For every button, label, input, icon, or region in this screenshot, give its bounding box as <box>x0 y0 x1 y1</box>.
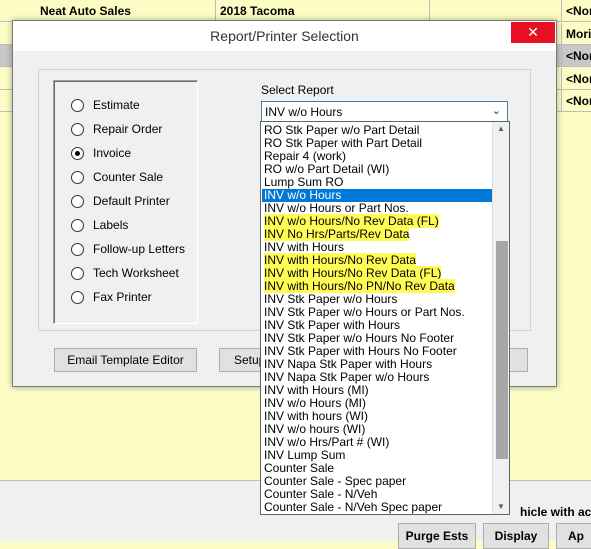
select-report-dropdown[interactable]: INV w/o Hours ⌄ <box>261 101 508 122</box>
row-right-cell: <Non <box>561 0 591 22</box>
dropdown-item-label: INV w/o Hours/No Rev Data (FL) <box>264 214 439 228</box>
dropdown-item-label: INV w/o Hrs/Part # (WI) <box>264 435 390 449</box>
close-icon[interactable]: ✕ <box>511 22 555 43</box>
bottom-status-text: hicle with active <box>520 505 591 519</box>
dropdown-item-label: INV with Hours (MI) <box>264 383 369 397</box>
dropdown-item-label: INV with Hours/No Rev Data <box>264 253 417 267</box>
dropdown-item-label: INV w/o hours (WI) <box>264 422 366 436</box>
radio-button-icon[interactable] <box>71 98 84 112</box>
dropdown-item-label: INV with Hours/No Rev Data (FL) <box>264 266 442 280</box>
dropdown-item-label: INV Napa Stk Paper w/o Hours <box>264 370 430 384</box>
dropdown-item-label: Lump Sum RO <box>264 175 344 189</box>
scroll-thumb[interactable] <box>496 241 508 460</box>
email-template-editor-button[interactable]: Email Template Editor <box>54 348 197 372</box>
scroll-down-icon[interactable]: ▼ <box>493 500 509 514</box>
dropdown-item-label: INV with hours (WI) <box>264 409 369 423</box>
radio-option-tech-worksheet[interactable]: Tech Worksheet <box>71 264 179 282</box>
radio-button-icon[interactable] <box>71 290 84 304</box>
dropdown-item-label: INV Napa Stk Paper with Hours <box>264 357 433 371</box>
radio-button-icon[interactable] <box>71 266 84 280</box>
dropdown-item-label: INV with Hours/No PN/No Rev Data <box>264 279 455 293</box>
radio-label: Repair Order <box>93 122 163 136</box>
ok-button-partial[interactable] <box>508 348 528 372</box>
scroll-up-icon[interactable]: ▲ <box>493 122 509 136</box>
dialog-title: Report/Printer Selection <box>210 28 359 44</box>
radio-label: Invoice <box>93 146 132 160</box>
purge-ests-button[interactable]: Purge Ests <box>398 523 476 549</box>
row-vehicle-cell: 2018 Tacoma <box>216 0 430 22</box>
dropdown-item-label: INV with Hours <box>264 240 345 254</box>
background-row[interactable]: Neat Auto Sales2018 Tacoma <Non <box>0 0 591 22</box>
dropdown-item[interactable]: Counter Sale - N/Veh Spec paper <box>262 501 492 514</box>
dropdown-item-label: INV w/o Hours or Part Nos. <box>264 201 409 215</box>
row-right-cell: Mori <box>561 22 591 45</box>
radio-option-fax-printer[interactable]: Fax Printer <box>71 288 152 306</box>
dropdown-item-label: INV Stk Paper with Hours <box>264 318 401 332</box>
dropdown-item-label: INV Stk Paper with Hours No Footer <box>264 344 457 358</box>
dropdown-item-label: Counter Sale - N/Veh <box>264 487 378 501</box>
dialog-titlebar: Report/Printer Selection ✕ <box>13 21 556 51</box>
radio-label: Estimate <box>93 98 140 112</box>
radio-label: Follow-up Letters <box>93 242 186 256</box>
radio-button-icon[interactable] <box>71 170 84 184</box>
radio-option-repair-order[interactable]: Repair Order <box>71 120 162 138</box>
radio-option-estimate[interactable]: Estimate <box>71 96 140 114</box>
dropdown-scrollbar[interactable]: ▲ ▼ <box>492 122 509 514</box>
dropdown-item-label: Repair 4 (work) <box>264 149 347 163</box>
radio-button-icon[interactable] <box>71 218 84 232</box>
row-right-cell: <Non <box>561 67 591 90</box>
radio-button-icon[interactable] <box>71 242 84 256</box>
radio-label: Counter Sale <box>93 170 164 184</box>
dropdown-item-label: INV Stk Paper w/o Hours or Part Nos. <box>264 305 465 319</box>
row-customer-cell: Neat Auto Sales <box>36 0 216 22</box>
row-right-cell: <Non <box>561 45 591 67</box>
dropdown-item-label: RO w/o Part Detail (WI) <box>264 162 390 176</box>
dropdown-item-label: Counter Sale - N/Veh Spec paper <box>264 500 443 514</box>
radio-option-counter-sale[interactable]: Counter Sale <box>71 168 163 186</box>
dropdown-item-label: INV No Hrs/Parts/Rev Data <box>264 227 410 241</box>
display-button[interactable]: Display <box>483 523 549 549</box>
radio-option-default-printer[interactable]: Default Printer <box>71 192 170 210</box>
dropdown-item-label: Counter Sale - Spec paper <box>264 474 407 488</box>
report-dropdown-list[interactable]: RO Stk Paper w/o Part Detail RO Stk Paper… <box>260 121 510 515</box>
dropdown-item-label: Counter Sale <box>264 461 335 475</box>
chevron-down-icon: ⌄ <box>491 105 501 117</box>
radio-button-icon[interactable] <box>71 122 84 136</box>
select-report-label: Select Report <box>261 83 334 97</box>
dropdown-item-label: INV Stk Paper w/o Hours No Footer <box>264 331 455 345</box>
ap-button[interactable]: Ap <box>556 523 591 549</box>
dropdown-item-label: INV Stk Paper w/o Hours <box>264 292 398 306</box>
radio-label: Labels <box>93 218 129 232</box>
radio-label: Fax Printer <box>93 290 152 304</box>
dropdown-item-label: INV w/o Hours <box>264 188 342 202</box>
radio-label: Default Printer <box>93 194 170 208</box>
radio-option-labels[interactable]: Labels <box>71 216 128 234</box>
dropdown-item-label: INV Lump Sum <box>264 448 346 462</box>
radio-label: Tech Worksheet <box>93 266 179 280</box>
radio-button-icon[interactable] <box>71 194 84 208</box>
radio-button-icon[interactable] <box>71 146 84 160</box>
select-report-value: INV w/o Hours <box>265 105 343 119</box>
dropdown-item-label: RO Stk Paper with Part Detail <box>264 136 423 150</box>
radio-option-invoice[interactable]: Invoice <box>71 144 131 162</box>
row-right-cell: <Non <box>561 90 591 112</box>
dropdown-item-label: RO Stk Paper w/o Part Detail <box>264 123 420 137</box>
dropdown-item-label: INV w/o Hours (MI) <box>264 396 367 410</box>
radio-option-follow-up-letters[interactable]: Follow-up Letters <box>71 240 185 258</box>
